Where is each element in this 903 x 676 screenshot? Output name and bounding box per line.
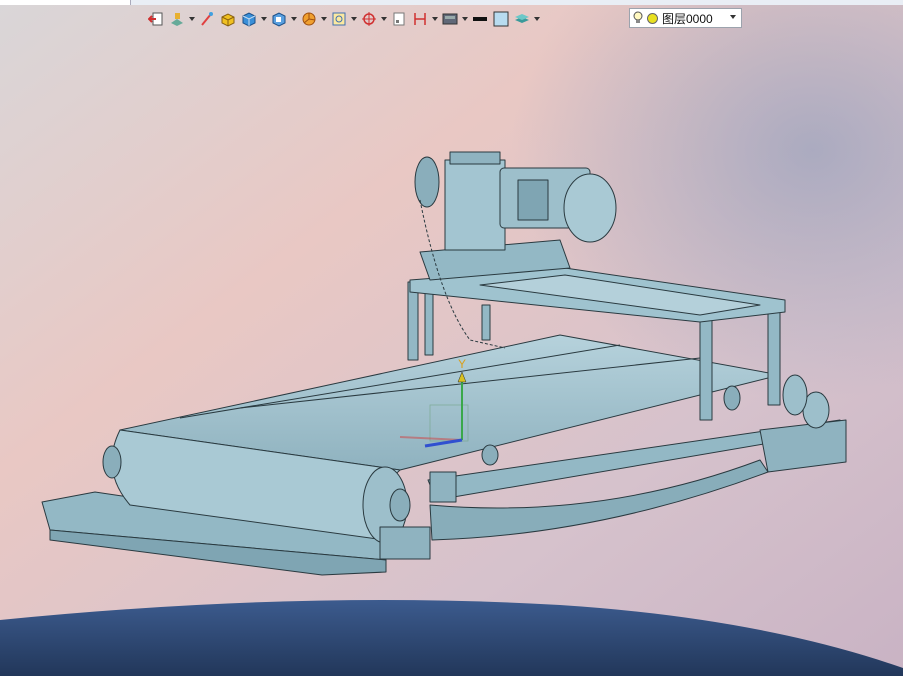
- chevron-down-icon[interactable]: [533, 10, 540, 29]
- layer-color-icon[interactable]: [645, 10, 660, 26]
- fill-color-icon[interactable]: [491, 10, 510, 29]
- zoom-fit-icon[interactable]: [329, 10, 348, 29]
- target-icon[interactable]: [359, 10, 378, 29]
- line-color-icon[interactable]: [470, 10, 489, 29]
- 3d-viewport[interactable]: Y: [0, 0, 903, 676]
- chevron-down-icon[interactable]: [380, 10, 387, 29]
- chevron-down-icon[interactable]: [188, 10, 195, 29]
- dimension-icon[interactable]: [410, 10, 429, 29]
- cube-icon[interactable]: [239, 10, 258, 29]
- document-tab[interactable]: [0, 0, 131, 5]
- window-top-strip: [0, 0, 903, 5]
- pie-icon[interactable]: [299, 10, 318, 29]
- layer-dropdown[interactable]: 图层0000: [629, 8, 742, 28]
- chevron-down-icon[interactable]: [461, 10, 468, 29]
- display-icon[interactable]: [440, 10, 459, 29]
- chevron-down-icon[interactable]: [729, 13, 737, 21]
- layers-icon[interactable]: [512, 10, 531, 29]
- chevron-down-icon[interactable]: [350, 10, 357, 29]
- chevron-down-icon[interactable]: [290, 10, 297, 29]
- heads-up-toolbar: [146, 8, 540, 30]
- paint-icon[interactable]: [167, 10, 186, 29]
- y-axis-label: Y: [458, 357, 466, 371]
- chevron-down-icon[interactable]: [260, 10, 267, 29]
- layer-name: 图层0000: [662, 11, 713, 26]
- sheet-icon[interactable]: [389, 10, 408, 29]
- chevron-down-icon[interactable]: [431, 10, 438, 29]
- block-icon[interactable]: [218, 10, 237, 29]
- view-orient-icon[interactable]: [269, 10, 288, 29]
- chevron-down-icon[interactable]: [320, 10, 327, 29]
- brush-icon[interactable]: [197, 10, 216, 29]
- exit-sketch-icon[interactable]: [146, 10, 165, 29]
- lightbulb-icon[interactable]: [630, 10, 645, 26]
